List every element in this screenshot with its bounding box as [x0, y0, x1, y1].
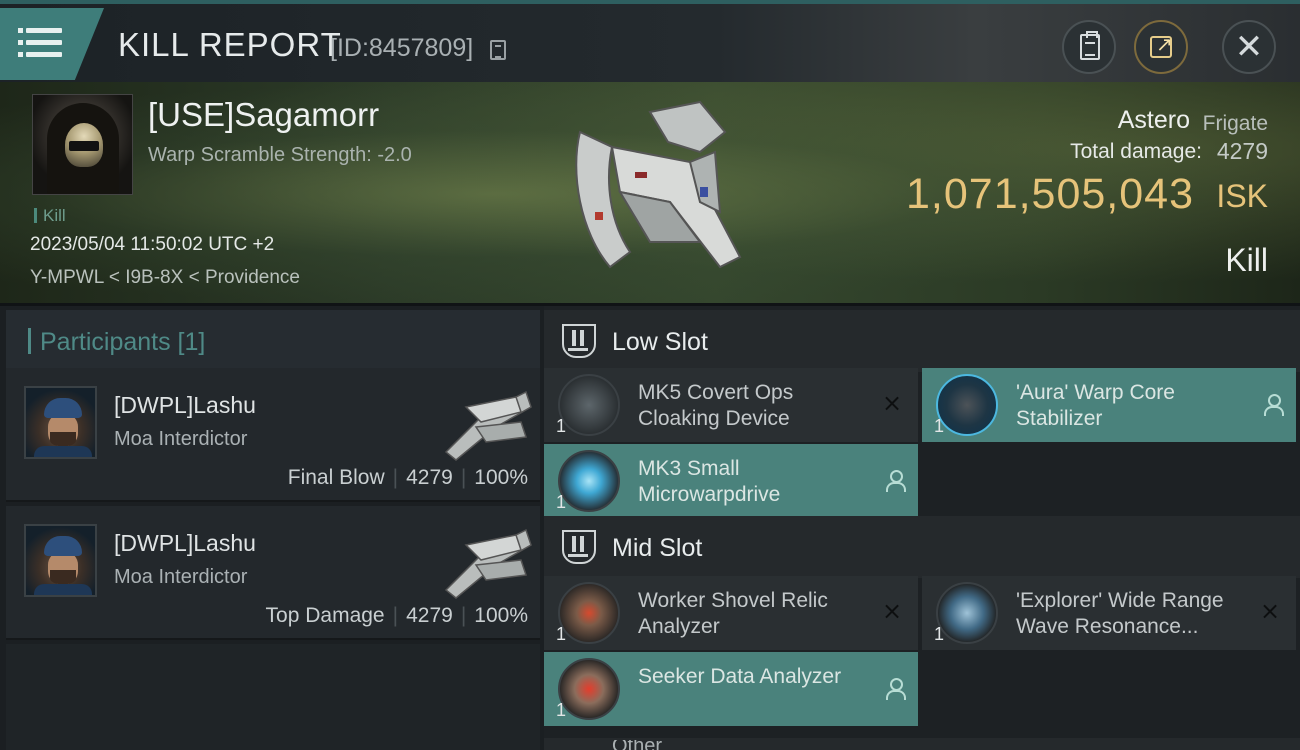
dropped-person-icon	[884, 470, 906, 492]
pilot-portrait[interactable]	[24, 386, 97, 459]
module-item[interactable]: 1 'Aura' Warp Core Stabilizer	[922, 368, 1296, 442]
module-item[interactable]: 1 MK3 Small Microwarpdrive	[544, 444, 918, 518]
participants-panel: Participants [1] [DWPL]Lashu Moa Interdi…	[0, 306, 544, 750]
mid-slot-header: Mid Slot	[544, 516, 1300, 578]
empty-row	[6, 644, 540, 750]
module-name: MK5 Covert Ops Cloaking Device	[638, 381, 794, 430]
participant-row[interactable]: [DWPL]Lashu Moa Interdictor Final Blow | 4…	[6, 368, 540, 502]
report-id: [ID:8457809]	[330, 34, 474, 62]
dropped-person-icon	[884, 678, 906, 700]
pilot-name: [DWPL]Lashu	[114, 392, 256, 418]
warp-scramble-strength: Warp Scramble Strength: -2.0	[148, 144, 412, 166]
wave-resonance-icon	[936, 582, 998, 644]
kill-tag: Kill	[34, 206, 66, 226]
next-slot-header: Other	[544, 738, 1300, 750]
module-name: MK3 Small Microwarpdrive	[638, 457, 781, 506]
destroyed-icon: ×	[881, 597, 903, 625]
close-icon: ✕	[1234, 27, 1264, 67]
pilot-stats: Final Blow | 4279 | 100%	[287, 466, 528, 489]
cloak-module-icon	[558, 374, 620, 436]
warp-core-stabilizer-icon	[936, 374, 998, 436]
isk-value: 1,071,505,043	[906, 170, 1194, 218]
share-icon	[1150, 32, 1173, 58]
total-damage-value: 4279	[1216, 138, 1268, 164]
menu-button[interactable]	[0, 8, 104, 80]
data-analyzer-icon	[558, 658, 620, 720]
attacker-ship-image	[444, 528, 532, 599]
pilot-stats: Top Damage | 4279 | 100%	[265, 604, 528, 627]
clipboard-icon	[1080, 31, 1100, 60]
pilot-portrait[interactable]	[24, 524, 97, 597]
kill-datetime: 2023/05/04 11:50:02 UTC +2	[30, 234, 275, 255]
victim-portrait[interactable]	[32, 94, 133, 195]
pilot-percent: 100%	[474, 604, 528, 627]
top-bar: KILL REPORT [ID:8457809] ✕	[0, 0, 1300, 82]
fitting-panel: Low Slot 1 MK5 Covert Ops Cloaking Devic…	[544, 306, 1300, 750]
ship-name[interactable]: Astero	[1118, 106, 1190, 135]
pilot-percent: 100%	[474, 466, 528, 489]
copy-icon[interactable]	[490, 40, 506, 60]
module-name: Seeker Data Analyzer	[638, 665, 842, 688]
pilot-damage: 4279	[406, 604, 453, 627]
total-damage-label: Total damage:	[1070, 140, 1202, 163]
participant-row[interactable]: [DWPL]Lashu Moa Interdictor Top Damage | 4…	[6, 506, 540, 640]
module-item[interactable]: 1 'Explorer' Wide Range Wave Resonance..…	[922, 576, 1296, 650]
isk-unit: ISK	[1216, 178, 1268, 214]
destroyed-icon: ×	[1259, 597, 1281, 625]
pilot-ship: Moa Interdictor	[114, 428, 248, 450]
destroyed-icon: ×	[881, 389, 903, 417]
pilot-role: Final Blow	[287, 466, 385, 489]
victim-name[interactable]: [USE]Sagamorr	[148, 96, 379, 134]
low-slot-icon	[562, 324, 596, 358]
page-title: KILL REPORT	[118, 26, 342, 63]
share-button[interactable]	[1134, 20, 1188, 74]
module-item[interactable]: 1 Worker Shovel Relic Analyzer ×	[544, 576, 918, 650]
relic-analyzer-icon	[558, 582, 620, 644]
kill-location[interactable]: Y-MPWL < I9B-8X < Providence	[30, 267, 300, 289]
victim-banner: [USE]Sagamorr Warp Scramble Strength: -2…	[0, 82, 1300, 306]
pilot-name: [DWPL]Lashu	[114, 530, 256, 556]
module-name: 'Explorer' Wide Range Wave Resonance...	[1016, 589, 1224, 638]
ship-class: Frigate	[1202, 112, 1268, 135]
ship-image[interactable]	[550, 92, 750, 292]
pilot-damage: 4279	[406, 466, 453, 489]
module-item[interactable]: 1 Seeker Data Analyzer	[544, 652, 918, 726]
participants-header[interactable]: Participants [1]	[6, 310, 540, 370]
module-name: 'Aura' Warp Core Stabilizer	[1016, 381, 1175, 430]
dropped-person-icon	[1262, 394, 1284, 416]
attacker-ship-image	[444, 390, 532, 461]
pilot-role: Top Damage	[265, 604, 385, 627]
microwarpdrive-icon	[558, 450, 620, 512]
module-item[interactable]: 1 MK5 Covert Ops Cloaking Device ×	[544, 368, 918, 442]
low-slot-header: Low Slot	[544, 310, 1300, 372]
pilot-ship: Moa Interdictor	[114, 566, 248, 588]
result-label: Kill	[1225, 242, 1268, 278]
close-button[interactable]: ✕	[1222, 20, 1276, 74]
mid-slot-icon	[562, 530, 596, 564]
clipboard-button[interactable]	[1062, 20, 1116, 74]
module-name: Worker Shovel Relic Analyzer	[638, 589, 828, 638]
menu-icon	[18, 28, 62, 33]
